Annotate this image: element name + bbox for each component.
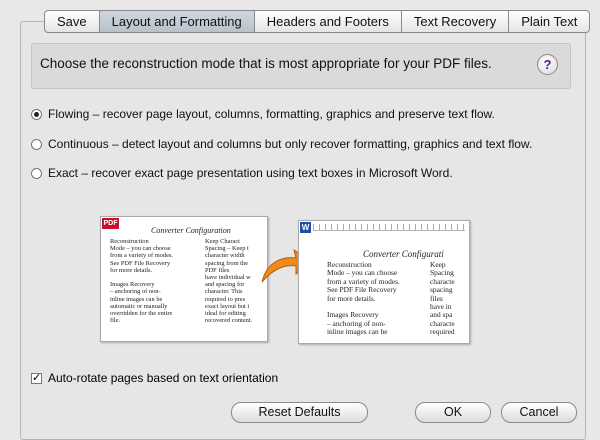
option-continuous-label: Continuous – detect layout and columns b… [48,137,533,151]
instruction-text: Choose the reconstruction mode that is m… [40,56,492,71]
cancel-button[interactable]: Cancel [501,402,577,423]
radio-flowing[interactable] [31,108,42,120]
auto-rotate-checkbox[interactable]: ✓ [31,372,42,384]
pdf-page-title: Converter Configuration [151,226,231,235]
reset-defaults-button[interactable]: Reset Defaults [231,402,368,423]
word-page-column-2: Keep Spacing characte spacing files have… [430,260,455,337]
radio-continuous[interactable] [31,138,42,150]
help-icon[interactable]: ? [537,54,558,75]
option-continuous[interactable]: Continuous – detect layout and columns b… [31,137,532,151]
pdf-page-column-1: Reconstruction Mode – you can choose fro… [110,238,173,325]
tab-plain-text[interactable]: Plain Text [508,11,589,32]
option-exact-label: Exact – recover exact page presentation … [48,166,453,180]
ok-button[interactable]: OK [415,402,491,423]
option-flowing[interactable]: Flowing – recover page layout, columns, … [31,107,495,121]
tab-bar: Save Layout and Formatting Headers and F… [44,10,591,33]
word-ruler [313,224,465,231]
auto-rotate-option[interactable]: ✓ Auto-rotate pages based on text orient… [31,371,278,385]
tab-headers-and-footers[interactable]: Headers and Footers [253,11,401,32]
option-exact[interactable]: Exact – recover exact page presentation … [31,166,453,180]
word-page-column-1: Reconstruction Mode – you can choose fro… [327,260,400,337]
tab-save[interactable]: Save [45,11,99,32]
tab-layout-and-formatting[interactable]: Layout and Formatting [98,11,254,32]
auto-rotate-label: Auto-rotate pages based on text orientat… [48,371,279,385]
word-page-preview: W Converter Configurati Reconstruction M… [298,220,470,344]
tab-text-recovery[interactable]: Text Recovery [400,11,508,32]
word-icon: W [300,222,311,233]
option-flowing-label: Flowing – recover page layout, columns, … [48,107,495,121]
radio-exact[interactable] [31,167,42,179]
pdf-page-preview: PDF Converter Configuration Reconstructi… [100,216,268,342]
pdf-icon: PDF [102,218,119,229]
word-page-title: Converter Configurati [363,249,444,259]
conversion-preview: PDF Converter Configuration Reconstructi… [100,216,472,344]
pdf-page-column-2: Keep Charact Spacing – Keep t character … [205,238,253,325]
